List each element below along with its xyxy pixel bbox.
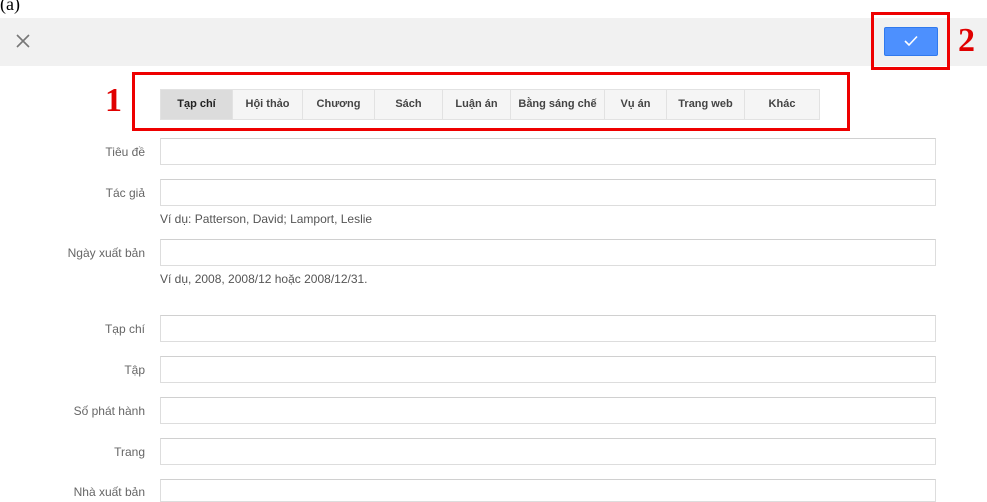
volume-field[interactable]: [160, 356, 936, 383]
pages-field[interactable]: [160, 438, 936, 465]
volume-label: Tập: [124, 363, 145, 377]
toolbar: [0, 18, 987, 66]
publication-date-label: Ngày xuất bản: [67, 246, 145, 260]
tab-chapter[interactable]: Chương: [303, 90, 375, 119]
caption-fragment: (a): [0, 0, 20, 14]
issue-field[interactable]: [160, 397, 936, 424]
authors-label: Tác giả: [105, 186, 145, 200]
authors-hint: Ví dụ: Patterson, David; Lamport, Leslie: [160, 212, 373, 226]
journal-field[interactable]: [160, 315, 936, 342]
publisher-field[interactable]: [160, 479, 936, 502]
tab-conference[interactable]: Hội thảo: [233, 90, 303, 119]
check-icon: [904, 35, 918, 47]
journal-label: Tạp chí: [104, 322, 145, 336]
tab-thesis[interactable]: Luận án: [443, 90, 511, 119]
tab-court-case[interactable]: Vụ án: [605, 90, 667, 119]
tabs-annotation-number: 1: [105, 82, 122, 119]
save-annotation-number: 2: [958, 22, 975, 59]
top-strip: (a): [0, 0, 987, 18]
save-button[interactable]: [884, 27, 938, 56]
pages-label: Trang: [114, 445, 145, 459]
tab-website[interactable]: Trang web: [667, 90, 745, 119]
tab-other[interactable]: Khác: [745, 90, 819, 119]
title-label: Tiêu đề: [105, 145, 145, 159]
publication-type-tabs: Tạp chí Hội thảo Chương Sách Luận án Bằn…: [160, 89, 820, 120]
tab-book[interactable]: Sách: [375, 90, 443, 119]
authors-field[interactable]: [160, 179, 936, 206]
tab-patent[interactable]: Bằng sáng chế: [511, 90, 605, 119]
close-icon: [16, 34, 30, 48]
publication-date-field[interactable]: [160, 239, 936, 266]
title-field[interactable]: [160, 138, 936, 165]
close-button[interactable]: [11, 29, 35, 53]
publisher-label: Nhà xuất bản: [73, 485, 145, 499]
issue-label: Số phát hành: [73, 404, 145, 418]
tab-journal[interactable]: Tạp chí: [161, 90, 233, 119]
publication-date-hint: Ví dụ, 2008, 2008/12 hoặc 2008/12/31.: [160, 272, 368, 286]
